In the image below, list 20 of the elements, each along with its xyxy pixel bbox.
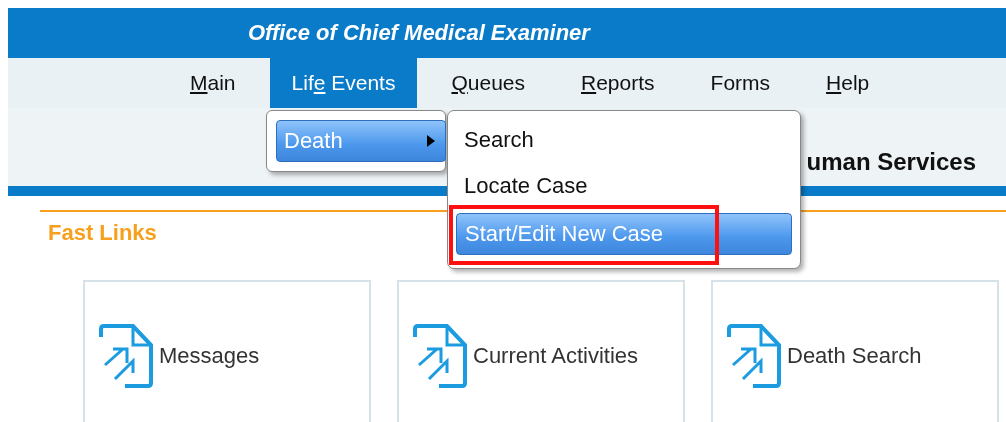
fast-link-card[interactable]: Death Search	[711, 280, 999, 422]
menu-item[interactable]: Search	[456, 121, 792, 159]
document-arrow-icon	[97, 323, 155, 389]
fast-link-card[interactable]: Messages	[83, 280, 371, 422]
menu-item[interactable]: Locate Case	[456, 167, 792, 205]
fast-link-card[interactable]: Current Activities	[397, 280, 685, 422]
menu-item[interactable]: Main	[168, 58, 258, 108]
fast-link-label: Current Activities	[473, 343, 639, 369]
fast-link-label: Death Search	[787, 343, 922, 369]
menu-item[interactable]: Life Events	[269, 58, 418, 108]
fast-link-label: Messages	[159, 343, 260, 369]
menu-item[interactable]: Help	[804, 58, 892, 108]
document-arrow-icon	[411, 323, 469, 389]
header-subtitle: uman Services	[806, 148, 976, 176]
app-title: Office of Chief Medical Examiner	[248, 20, 590, 46]
menu-item[interactable]: Queues	[429, 58, 547, 108]
section-heading: Fast Links	[48, 220, 157, 246]
document-arrow-icon	[725, 323, 783, 389]
menu-item[interactable]: Reports	[559, 58, 677, 108]
menu-item[interactable]: Forms	[688, 58, 793, 108]
